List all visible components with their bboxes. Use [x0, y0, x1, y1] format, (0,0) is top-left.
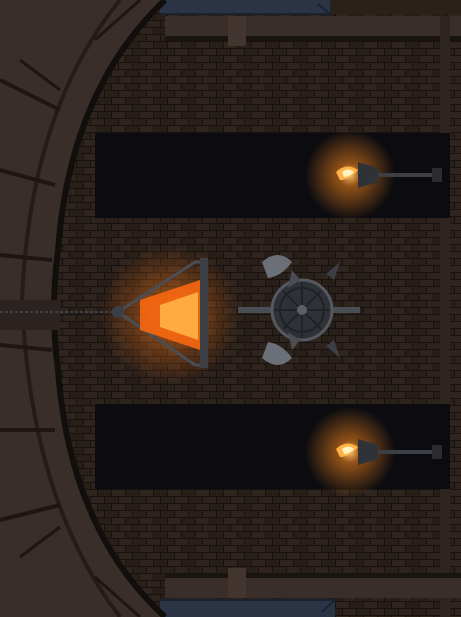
top-blue-stone — [160, 0, 461, 15]
game-scene — [0, 0, 461, 617]
lower-dark-window — [95, 404, 450, 489]
bottom-blue-stone — [160, 599, 338, 617]
scene-canvas — [0, 0, 461, 617]
